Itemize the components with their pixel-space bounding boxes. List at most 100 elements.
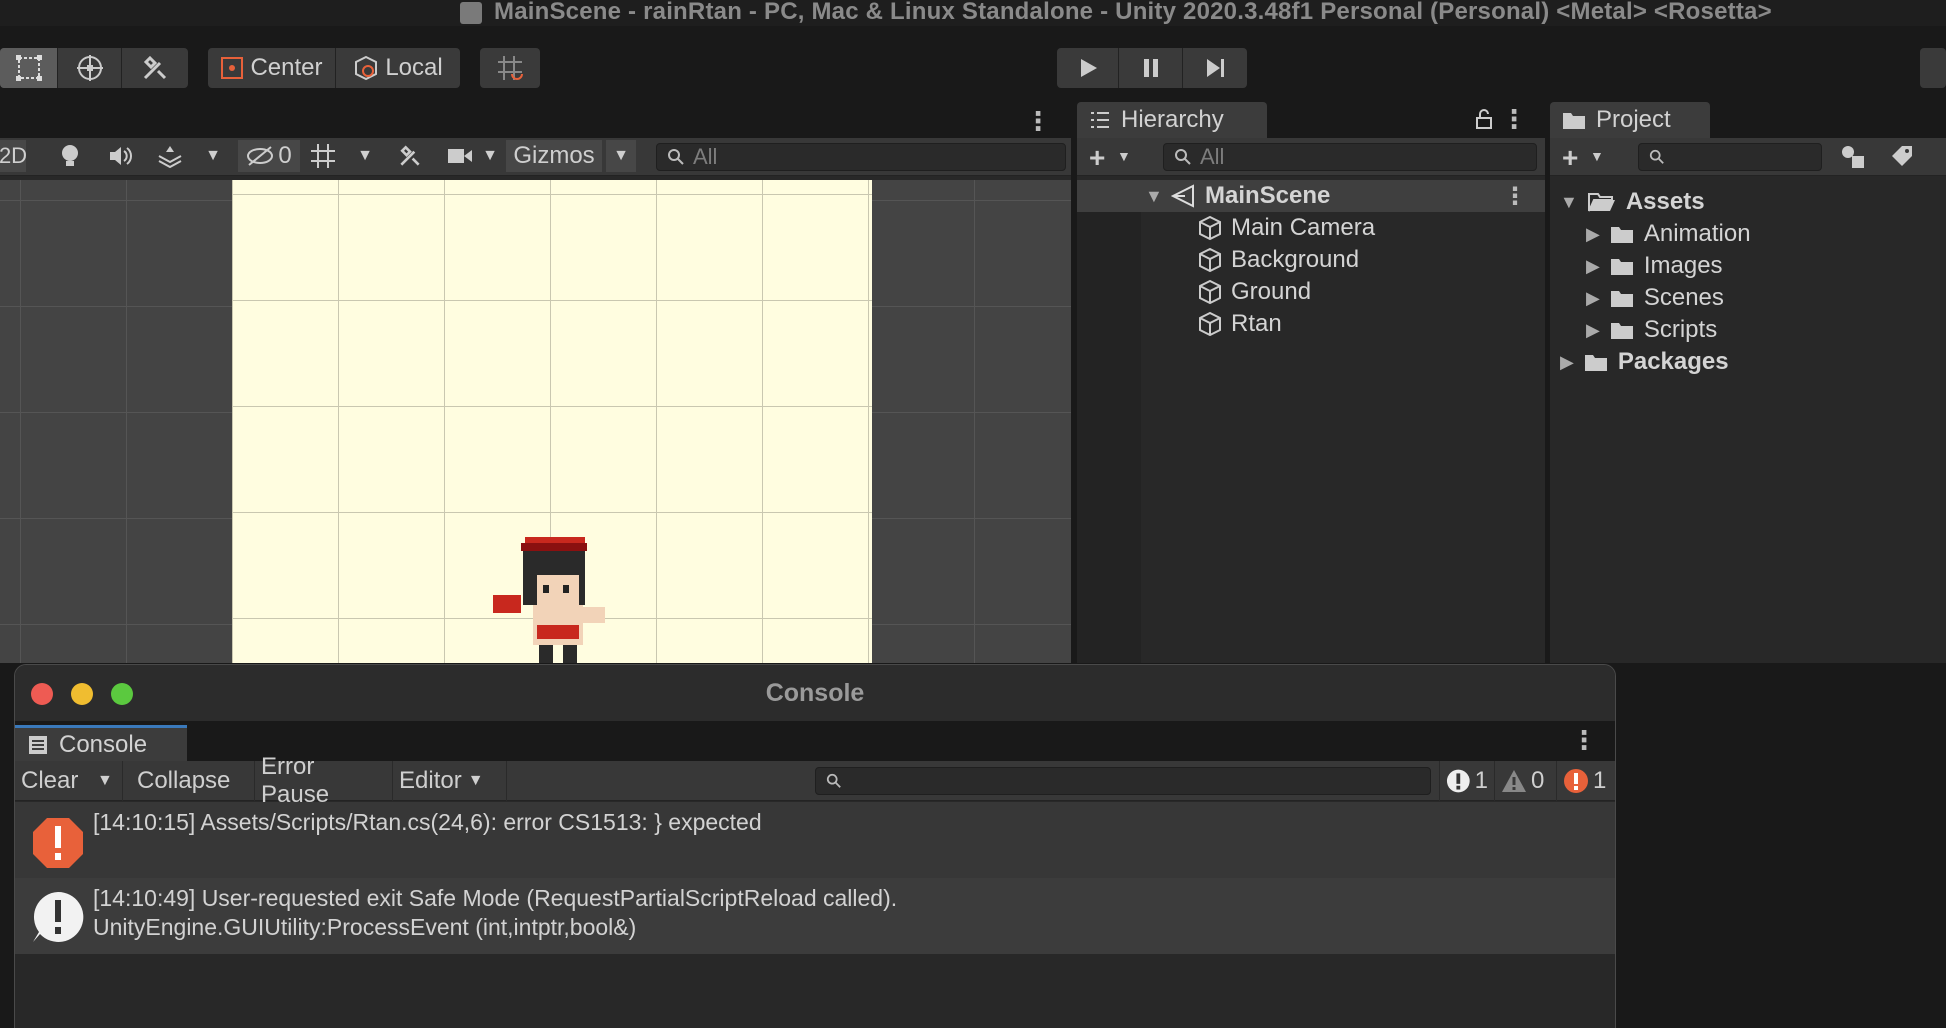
rect-tool-icon [15, 55, 42, 81]
hierarchy-item-label: Main Camera [1231, 214, 1376, 241]
console-toolbar: Clear ▼ Collapse Error Pause Editor ▼ 1 … [15, 753, 1615, 808]
hierarchy-search-placeholder: All [1200, 144, 1225, 169]
expand-arrow-icon[interactable]: ▶ [1560, 352, 1574, 373]
camera-settings-button[interactable] [442, 140, 478, 172]
hidden-objects-toggle[interactable]: 0 [238, 140, 300, 172]
expand-arrow-icon[interactable]: ▶ [1586, 224, 1600, 245]
lighting-toggle[interactable] [48, 140, 92, 172]
filter-by-label-icon[interactable] [1890, 144, 1914, 173]
gizmos-button[interactable]: Gizmos [506, 140, 602, 172]
hierarchy-item-background[interactable]: Background [1077, 244, 1545, 276]
audio-toggle[interactable] [98, 140, 142, 172]
effects-toggle[interactable] [148, 140, 192, 172]
collapse-arrow-icon[interactable]: ▼ [1560, 192, 1578, 213]
transform-tool-button[interactable] [58, 48, 122, 88]
hierarchy-search-input[interactable]: All [1163, 143, 1537, 171]
unity-scene-icon [1171, 184, 1194, 208]
info-filter-toggle[interactable]: 1 [1439, 761, 1495, 801]
collapse-toggle[interactable]: Collapse [131, 761, 255, 801]
pivot-center-button[interactable]: Center [208, 48, 336, 88]
folder-label: Scripts [1643, 316, 1718, 343]
project-folder-images[interactable]: ▶ Images [1586, 250, 1723, 282]
layers-icon [158, 146, 182, 168]
grid-dropdown-icon[interactable]: ▼ [350, 140, 380, 172]
pause-button[interactable] [1119, 48, 1183, 88]
gizmos-dropdown-icon[interactable]: ▼ [606, 140, 636, 172]
hierarchy-item-rtan[interactable]: Rtan [1077, 308, 1545, 340]
scene-row-menu-icon[interactable]: ⋮ [1503, 182, 1527, 211]
create-dropdown-icon[interactable]: ▼ [1117, 148, 1131, 164]
create-plus-icon[interactable]: + [1089, 142, 1105, 174]
console-log-entry-info[interactable]: [14:10:49] User-requested exit Safe Mode… [15, 878, 1615, 954]
collapse-arrow-icon[interactable]: ▼ [1145, 186, 1163, 207]
folder-label: Scenes [1643, 284, 1724, 311]
log-entry-line1: [14:10:49] User-requested exit Safe Mode… [93, 885, 898, 911]
clear-button[interactable]: Clear [15, 761, 91, 801]
console-menu-icon[interactable]: ⋮ [1571, 725, 1597, 756]
account-button[interactable] [1920, 48, 1946, 88]
step-icon [1207, 59, 1224, 77]
folder-icon [1563, 113, 1585, 129]
camera-dropdown-icon[interactable]: ▼ [478, 140, 502, 172]
error-pause-label: Error Pause [261, 753, 330, 808]
packages-label: Packages [1617, 348, 1729, 375]
editor-target-dropdown[interactable]: Editor ▼ [393, 761, 507, 801]
console-log-entry-error[interactable]: [14:10:15] Assets/Scripts/Rtan.cs(24,6):… [15, 802, 1615, 878]
create-plus-icon[interactable]: + [1562, 142, 1578, 174]
project-folder-animation[interactable]: ▶ Animation [1586, 218, 1751, 250]
scene-menu-icon[interactable]: ⋮ [1025, 106, 1051, 137]
project-search-input[interactable] [1638, 143, 1822, 171]
expand-arrow-icon[interactable]: ▶ [1586, 256, 1600, 277]
effects-dropdown-icon[interactable]: ▼ [198, 140, 228, 172]
console-doc-icon [29, 735, 47, 754]
console-search-input[interactable] [815, 767, 1431, 795]
hierarchy-item-ground[interactable]: Ground [1077, 276, 1545, 308]
clear-options-dropdown-icon[interactable]: ▼ [91, 761, 123, 801]
filter-by-type-icon[interactable] [1840, 144, 1866, 175]
error-filter-toggle[interactable]: 1 [1557, 761, 1615, 801]
open-folder-icon [1587, 193, 1615, 212]
clear-label: Clear [21, 767, 79, 794]
grid-snapping-button[interactable] [480, 48, 540, 88]
hierarchy-menu-icon[interactable]: ⋮ [1501, 104, 1527, 135]
hierarchy-scene-row[interactable]: ▼ MainScene ⋮ [1077, 180, 1545, 212]
error-pause-toggle[interactable]: Error Pause [255, 753, 393, 808]
lock-icon[interactable] [1475, 108, 1493, 135]
grid-toggle[interactable] [304, 140, 342, 172]
search-icon [826, 773, 841, 788]
chevron-down-icon: ▼ [467, 772, 484, 789]
play-button[interactable] [1057, 48, 1119, 88]
lightbulb-icon [62, 145, 78, 166]
scene-search-input[interactable]: All [656, 143, 1066, 171]
project-item-assets[interactable]: ▼ Assets [1560, 186, 1705, 218]
hierarchy-item-main-camera[interactable]: Main Camera [1077, 212, 1545, 244]
scene-tools-toggle[interactable] [390, 140, 430, 172]
project-item-packages[interactable]: ▶ Packages [1560, 346, 1729, 378]
expand-arrow-icon[interactable]: ▶ [1586, 288, 1600, 309]
hierarchy-list-icon [1091, 112, 1109, 128]
project-folder-scripts[interactable]: ▶ Scripts [1586, 314, 1717, 346]
custom-tool-button[interactable] [122, 48, 188, 88]
tab-project[interactable]: Project [1550, 102, 1710, 138]
pivot-local-button[interactable]: Local [336, 48, 460, 88]
rect-tool-button[interactable] [0, 48, 58, 88]
tab-hierarchy[interactable]: Hierarchy [1077, 102, 1267, 138]
step-button[interactable] [1183, 48, 1247, 88]
project-folder-scenes[interactable]: ▶ Scenes [1586, 282, 1724, 314]
2d-mode-toggle[interactable]: 2D [0, 140, 27, 172]
warning-filter-toggle[interactable]: 0 [1495, 761, 1557, 801]
error-icon [1564, 769, 1588, 793]
create-dropdown-icon[interactable]: ▼ [1590, 148, 1604, 164]
info-large-icon [33, 891, 84, 942]
pivot-center-label: Center [250, 54, 323, 81]
rtan-character-sprite[interactable] [487, 535, 611, 663]
tab-console[interactable]: Console [15, 725, 187, 761]
pause-icon [1143, 59, 1158, 77]
scene-toolbar: 2D ▼ 0 ▼ ▼ Gizmos ▼ All [0, 138, 1071, 176]
transform-tools [0, 48, 188, 88]
expand-arrow-icon[interactable]: ▶ [1586, 320, 1600, 341]
error-count: 1 [1593, 767, 1607, 794]
scene-viewport[interactable] [0, 180, 1071, 663]
folder-icon [1610, 291, 1633, 307]
pivot-toggles: Center Local [208, 48, 460, 88]
